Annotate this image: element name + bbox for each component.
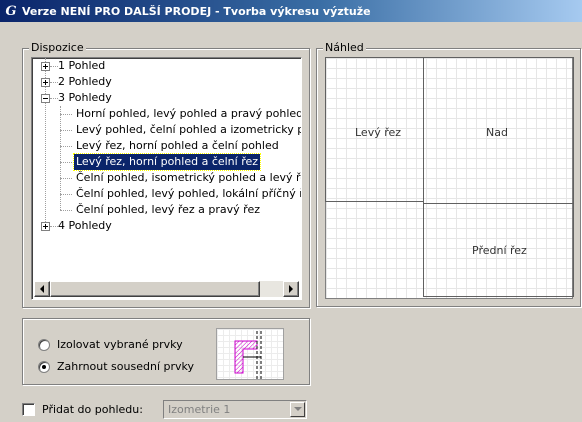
chevron-down-icon bbox=[293, 407, 302, 411]
tree-connector bbox=[60, 194, 72, 195]
include-label[interactable]: Zahrnout sousední prvky bbox=[57, 360, 194, 373]
preview-canvas: Levý řez Nad Přední řez bbox=[325, 57, 574, 299]
tree-leaf-label[interactable]: Čelní pohled, isometrický pohled a levý … bbox=[74, 170, 301, 186]
tree-connector bbox=[60, 162, 72, 163]
tree-node-label[interactable]: 3 Pohledy bbox=[56, 90, 114, 106]
view-label-front-section: Přední řez bbox=[472, 244, 527, 257]
dropdown-button[interactable] bbox=[290, 402, 305, 417]
tree-connector bbox=[60, 210, 72, 211]
collapse-icon[interactable] bbox=[41, 94, 50, 103]
expand-icon[interactable] bbox=[41, 78, 50, 87]
include-radio[interactable] bbox=[38, 360, 50, 373]
tree-leaf-label[interactable]: Levý pohled, čelní pohled a izometricky … bbox=[74, 122, 301, 138]
window-title: Verze NENÍ PRO DALŠÍ PRODEJ - Tvorba výk… bbox=[22, 4, 371, 18]
expand-icon[interactable] bbox=[41, 62, 50, 71]
tree-node-label[interactable]: 2 Pohledy bbox=[56, 74, 114, 90]
neighbor-elements-preview-icon bbox=[216, 328, 284, 380]
title-bar[interactable]: G Verze NENÍ PRO DALŠÍ PRODEJ - Tvorba v… bbox=[0, 0, 582, 22]
include-radio-row[interactable]: Zahrnout sousední prvky bbox=[38, 360, 194, 373]
app-logo-icon: G bbox=[5, 3, 17, 19]
nahled-label: Náhled bbox=[323, 41, 366, 55]
tree-node-label[interactable]: 1 Pohled bbox=[56, 58, 107, 74]
scroll-left-button[interactable] bbox=[34, 281, 50, 297]
arrow-left-icon bbox=[40, 285, 44, 293]
expand-icon[interactable] bbox=[41, 222, 50, 231]
arrow-right-icon bbox=[289, 285, 293, 293]
isolate-radio[interactable] bbox=[38, 338, 50, 351]
tree-connector bbox=[60, 146, 72, 147]
tree-leaf-label[interactable]: Horní pohled, levý pohled a pravý pohled bbox=[74, 106, 301, 122]
isolate-label[interactable]: Izolovat vybrané prvky bbox=[57, 338, 183, 351]
scroll-right-button[interactable] bbox=[283, 281, 299, 297]
scrollbar-thumb[interactable] bbox=[50, 281, 260, 297]
layout-tree[interactable]: 1 Pohled 2 Pohledy 3 Pohledy Horní pohle… bbox=[31, 57, 302, 300]
tree-connector bbox=[60, 114, 72, 115]
tree-connector bbox=[60, 130, 72, 131]
tree-leaf-label[interactable]: Čelní pohled, levý pohled, lokální příčn… bbox=[74, 186, 301, 202]
tree-leaf-label[interactable]: Levý řez, horní pohled a čelní řez bbox=[72, 153, 262, 171]
dispozice-label: Dispozice bbox=[29, 41, 86, 55]
isolate-radio-row[interactable]: Izolovat vybrané prvky bbox=[38, 338, 183, 351]
add-to-view-checkbox[interactable] bbox=[22, 403, 35, 416]
tree-node-label[interactable]: 4 Pohledy bbox=[56, 218, 114, 234]
tree-connector bbox=[60, 178, 72, 179]
view-label-left-section: Levý řez bbox=[355, 126, 402, 139]
add-to-view-label[interactable]: Přidat do pohledu: bbox=[42, 403, 143, 416]
view-label-top: Nad bbox=[486, 126, 508, 139]
view-select[interactable]: Izometrie 1 bbox=[163, 400, 307, 419]
view-select-value: Izometrie 1 bbox=[168, 403, 231, 416]
tree-leaf-label[interactable]: Levý řez, horní pohled a čelní pohled bbox=[74, 138, 281, 154]
tree-leaf-label[interactable]: Čelní pohled, levý řez a pravý řez bbox=[74, 202, 262, 218]
horizontal-scrollbar[interactable] bbox=[34, 281, 299, 297]
rebar-preview-icon bbox=[234, 331, 262, 379]
